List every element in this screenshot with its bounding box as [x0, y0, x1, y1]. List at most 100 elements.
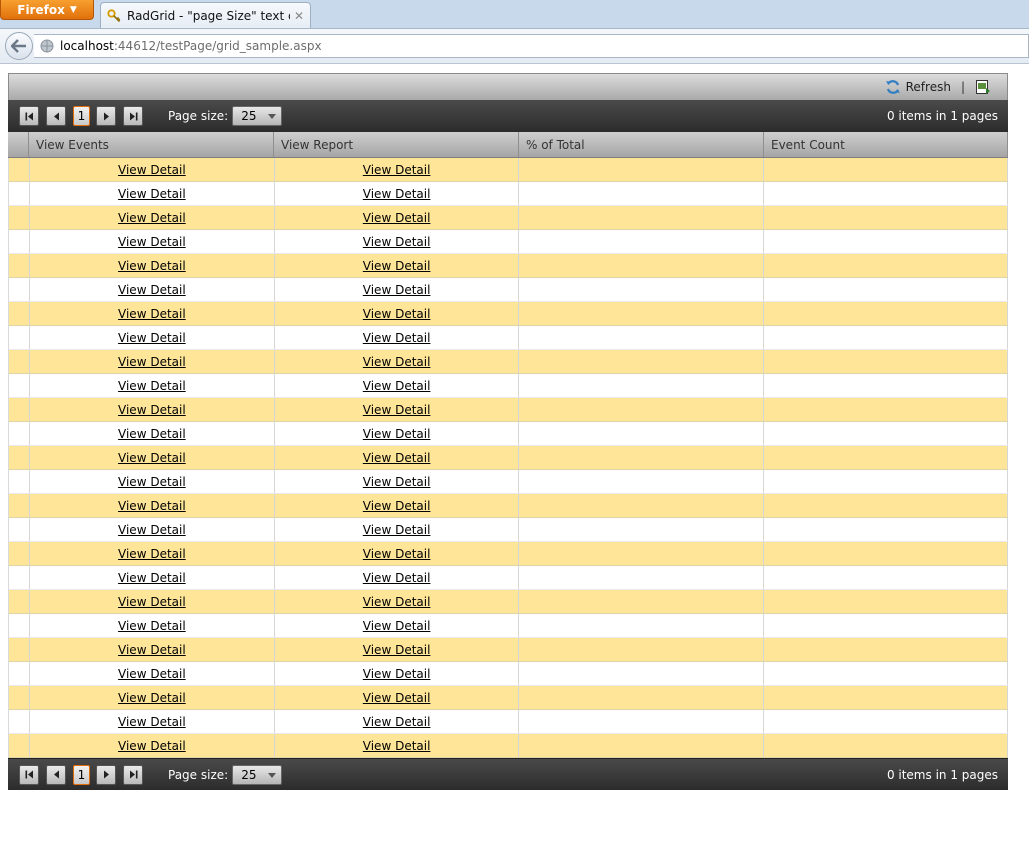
prev-page-button[interactable]	[46, 106, 66, 126]
header-event-count[interactable]: Event Count	[764, 132, 1008, 157]
view-report-cell: View Detail	[275, 422, 520, 445]
view-events-link[interactable]: View Detail	[118, 427, 186, 441]
view-report-link[interactable]: View Detail	[363, 475, 431, 489]
view-events-link[interactable]: View Detail	[118, 307, 186, 321]
back-button[interactable]	[5, 32, 33, 60]
view-report-link[interactable]: View Detail	[363, 715, 431, 729]
prev-page-button[interactable]	[46, 764, 66, 785]
row-expand-cell	[9, 350, 30, 373]
header-view-events[interactable]: View Events	[29, 132, 274, 157]
percent-total-cell	[519, 158, 765, 181]
page-size-select[interactable]: 25	[232, 106, 283, 126]
page-number-current[interactable]: 1	[73, 764, 90, 785]
view-report-link[interactable]: View Detail	[363, 547, 431, 561]
page-size-label: Page size:	[168, 767, 229, 782]
row-expand-cell	[9, 422, 30, 445]
view-report-link[interactable]: View Detail	[363, 739, 431, 753]
row-expand-cell	[9, 710, 30, 733]
url-bar[interactable]: localhost :44612/testPage/grid_sample.as…	[34, 34, 1029, 58]
view-report-link[interactable]: View Detail	[363, 235, 431, 249]
view-events-link[interactable]: View Detail	[118, 715, 186, 729]
next-page-button[interactable]	[96, 764, 116, 785]
view-report-link[interactable]: View Detail	[363, 307, 431, 321]
table-row: View Detail View Detail	[9, 494, 1008, 518]
view-report-link[interactable]: View Detail	[363, 379, 431, 393]
row-expand-cell	[9, 398, 30, 421]
view-report-cell: View Detail	[275, 470, 520, 493]
view-report-link[interactable]: View Detail	[363, 355, 431, 369]
view-report-cell: View Detail	[275, 590, 520, 613]
view-report-link[interactable]: View Detail	[363, 643, 431, 657]
view-report-cell: View Detail	[275, 542, 520, 565]
page-size-select[interactable]: 25	[232, 764, 283, 785]
view-report-link[interactable]: View Detail	[363, 451, 431, 465]
view-report-link[interactable]: View Detail	[363, 571, 431, 585]
page-number-current[interactable]: 1	[73, 106, 90, 126]
pager-info: 0 items in 1 pages	[886, 109, 998, 123]
view-report-link[interactable]: View Detail	[363, 259, 431, 273]
percent-total-cell	[519, 662, 765, 685]
view-events-link[interactable]: View Detail	[118, 691, 186, 705]
view-events-link[interactable]: View Detail	[118, 283, 186, 297]
view-events-link[interactable]: View Detail	[118, 187, 186, 201]
view-events-link[interactable]: View Detail	[118, 619, 186, 633]
header-view-report[interactable]: View Report	[274, 132, 519, 157]
firefox-menu-button[interactable]: Firefox ▼	[0, 0, 94, 20]
view-events-link[interactable]: View Detail	[118, 523, 186, 537]
export-csv-icon[interactable]	[975, 79, 991, 95]
view-events-link[interactable]: View Detail	[118, 643, 186, 657]
chevron-down-icon: ▼	[69, 4, 77, 15]
view-report-link[interactable]: View Detail	[363, 403, 431, 417]
view-events-link[interactable]: View Detail	[118, 379, 186, 393]
view-report-link[interactable]: View Detail	[363, 523, 431, 537]
view-report-link[interactable]: View Detail	[363, 331, 431, 345]
view-events-link[interactable]: View Detail	[118, 499, 186, 513]
view-events-cell: View Detail	[30, 254, 275, 277]
refresh-button[interactable]: Refresh	[885, 79, 951, 95]
close-icon[interactable]: ✕	[294, 9, 304, 23]
event-count-cell	[764, 446, 1008, 469]
view-report-link[interactable]: View Detail	[363, 163, 431, 177]
view-events-link[interactable]: View Detail	[118, 667, 186, 681]
row-expand-cell	[9, 590, 30, 613]
key-icon	[107, 8, 121, 22]
view-events-link[interactable]: View Detail	[118, 355, 186, 369]
browser-tabstrip: Firefox ▼ RadGrid - "page Size" text col…	[0, 0, 1029, 29]
first-page-button[interactable]	[19, 106, 39, 126]
view-report-link[interactable]: View Detail	[363, 283, 431, 297]
view-report-link[interactable]: View Detail	[363, 427, 431, 441]
view-events-link[interactable]: View Detail	[118, 595, 186, 609]
view-events-link[interactable]: View Detail	[118, 403, 186, 417]
view-events-link[interactable]: View Detail	[118, 163, 186, 177]
view-events-link[interactable]: View Detail	[118, 739, 186, 753]
view-events-cell: View Detail	[30, 326, 275, 349]
view-report-link[interactable]: View Detail	[363, 667, 431, 681]
view-report-link[interactable]: View Detail	[363, 595, 431, 609]
first-page-button[interactable]	[19, 764, 39, 785]
next-page-button[interactable]	[96, 106, 116, 126]
view-events-link[interactable]: View Detail	[118, 547, 186, 561]
view-report-cell: View Detail	[275, 518, 520, 541]
percent-total-cell	[519, 302, 765, 325]
last-page-button[interactable]	[123, 764, 143, 785]
view-events-link[interactable]: View Detail	[118, 211, 186, 225]
view-events-link[interactable]: View Detail	[118, 475, 186, 489]
view-report-link[interactable]: View Detail	[363, 211, 431, 225]
view-report-link[interactable]: View Detail	[363, 499, 431, 513]
view-report-link[interactable]: View Detail	[363, 691, 431, 705]
view-events-link[interactable]: View Detail	[118, 331, 186, 345]
view-report-link[interactable]: View Detail	[363, 619, 431, 633]
browser-tab[interactable]: RadGrid - "page Size" text colo... ✕	[100, 2, 311, 28]
percent-total-cell	[519, 686, 765, 709]
view-events-link[interactable]: View Detail	[118, 235, 186, 249]
view-events-link[interactable]: View Detail	[118, 451, 186, 465]
view-events-cell: View Detail	[30, 182, 275, 205]
table-row: View Detail View Detail	[9, 206, 1008, 230]
table-row: View Detail View Detail	[9, 182, 1008, 206]
view-events-link[interactable]: View Detail	[118, 571, 186, 585]
view-report-cell: View Detail	[275, 614, 520, 637]
view-report-link[interactable]: View Detail	[363, 187, 431, 201]
header-percent-total[interactable]: % of Total	[519, 132, 764, 157]
view-events-link[interactable]: View Detail	[118, 259, 186, 273]
last-page-button[interactable]	[123, 106, 143, 126]
